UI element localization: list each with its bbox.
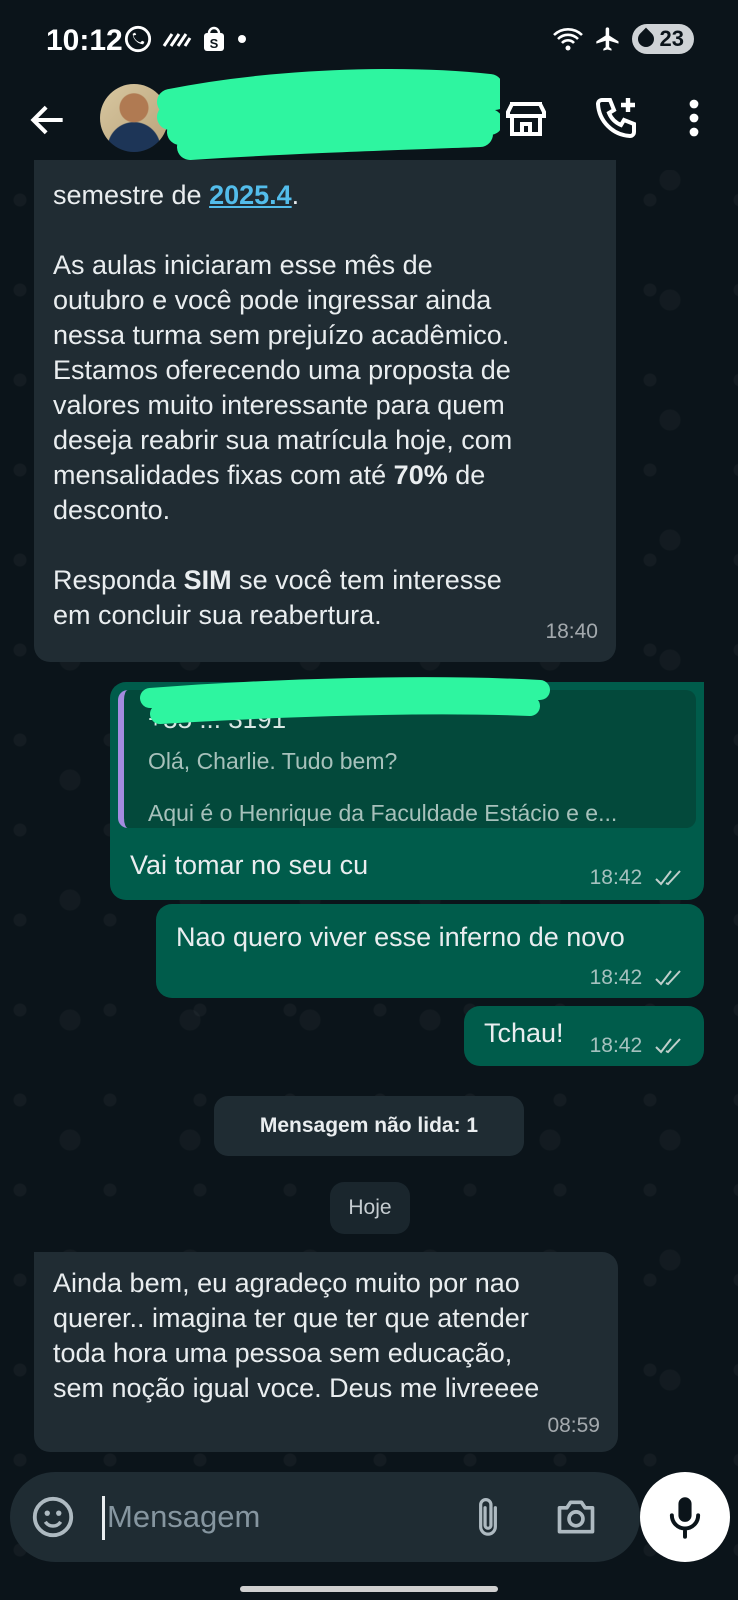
- message-text: valores muito interessante para quem: [53, 390, 505, 420]
- message-bubble-incoming[interactable]: semestre de 2025.4. As aulas iniciaram e…: [34, 160, 616, 662]
- back-arrow-icon[interactable]: [26, 98, 70, 142]
- quoted-text: Aqui é o Henrique da Faculdade Estácio e…: [148, 800, 618, 826]
- double-check-icon: [655, 1038, 681, 1054]
- message-input[interactable]: Mensagem: [102, 1496, 260, 1540]
- gesture-navigation-bar[interactable]: [240, 1586, 498, 1592]
- redaction-scribble: [157, 69, 500, 160]
- unread-label: Mensagem não lida: 1: [259, 1114, 479, 1137]
- message-bubble-outgoing[interactable]: Nao quero viver esse inferno de novo 18:…: [156, 904, 704, 998]
- message-text: mensalidades fixas com até: [53, 460, 394, 490]
- signal-icon: [162, 33, 192, 47]
- message-text: Ainda bem, eu agradeço muito por nao: [53, 1268, 520, 1298]
- message-text: Estamos oferecendo uma proposta de: [53, 355, 511, 385]
- message-text: de: [447, 460, 486, 490]
- message-text: Vai tomar no seu cu: [130, 850, 369, 880]
- message-bubble-outgoing[interactable]: +55 ... 3191 Olá, Charlie. Tudo bem? Aqu…: [110, 677, 704, 900]
- message-bold: 70%: [393, 460, 448, 490]
- message-text: sem noção igual voce. Deus me livreeee: [53, 1373, 540, 1403]
- battery-icon: 23: [631, 24, 694, 54]
- shopee-icon: S: [204, 26, 224, 51]
- date-label: Hoje: [348, 1196, 392, 1219]
- message-time: 18:40: [545, 620, 598, 643]
- battery-level: 23: [659, 26, 684, 51]
- camera-icon[interactable]: [554, 1496, 598, 1538]
- mic-button[interactable]: [640, 1472, 730, 1562]
- message-text: desconto.: [53, 495, 171, 525]
- dot-icon: [238, 35, 246, 43]
- message-text: toda hora uma pessoa sem educação,: [53, 1338, 513, 1368]
- redaction-scribble: [140, 677, 550, 724]
- sticker-icon[interactable]: [30, 1494, 76, 1540]
- date-divider: Hoje: [330, 1182, 410, 1234]
- more-vert-icon[interactable]: [670, 94, 718, 142]
- airplane-icon: [595, 27, 619, 51]
- message-time: 18:42: [589, 1034, 643, 1057]
- message-text: nessa turma sem prejuízo acadêmico.: [53, 320, 510, 350]
- message-text: querer.. imagina ter que ter que atender: [53, 1303, 529, 1333]
- message-text: se você tem interesse: [231, 565, 502, 595]
- add-call-icon[interactable]: [592, 94, 640, 142]
- status-time: 10:12: [46, 24, 123, 57]
- store-icon[interactable]: [502, 94, 550, 142]
- message-text: Tchau!: [484, 1018, 564, 1048]
- double-check-icon: [655, 870, 681, 886]
- message-time: 18:42: [589, 966, 643, 989]
- message-link[interactable]: 2025.4: [209, 180, 292, 210]
- message-text: Responda: [53, 565, 184, 595]
- chat-header: [0, 69, 738, 170]
- mic-icon: [669, 1497, 701, 1539]
- message-bubble-incoming[interactable]: Ainda bem, eu agradeço muito por nao que…: [34, 1252, 618, 1452]
- message-text: deseja reabrir sua matrícula hoje, com: [53, 425, 513, 455]
- message-text: As aulas iniciaram esse mês de: [53, 250, 433, 280]
- svg-text:S: S: [210, 36, 219, 51]
- message-composer: Mensagem: [10, 1472, 640, 1562]
- message-text: .: [291, 180, 300, 210]
- message-bubble-outgoing[interactable]: Tchau! 18:42: [464, 1006, 704, 1066]
- message-text: Nao quero viver esse inferno de novo: [176, 922, 625, 952]
- quoted-text: Olá, Charlie. Tudo bem?: [148, 748, 398, 774]
- whatsapp-icon: [124, 25, 152, 53]
- attach-icon[interactable]: [470, 1496, 506, 1540]
- message-time: 18:42: [589, 866, 643, 889]
- double-check-icon: [655, 970, 681, 986]
- message-text: semestre de: [53, 180, 210, 210]
- unread-indicator: Mensagem não lida: 1: [214, 1096, 524, 1156]
- message-time: 08:59: [547, 1414, 600, 1437]
- message-text: em concluir sua reabertura.: [53, 600, 382, 630]
- wifi-icon: [552, 28, 583, 51]
- message-text: outubro e você pode ingressar ainda: [53, 285, 492, 315]
- message-bold: SIM: [183, 565, 232, 595]
